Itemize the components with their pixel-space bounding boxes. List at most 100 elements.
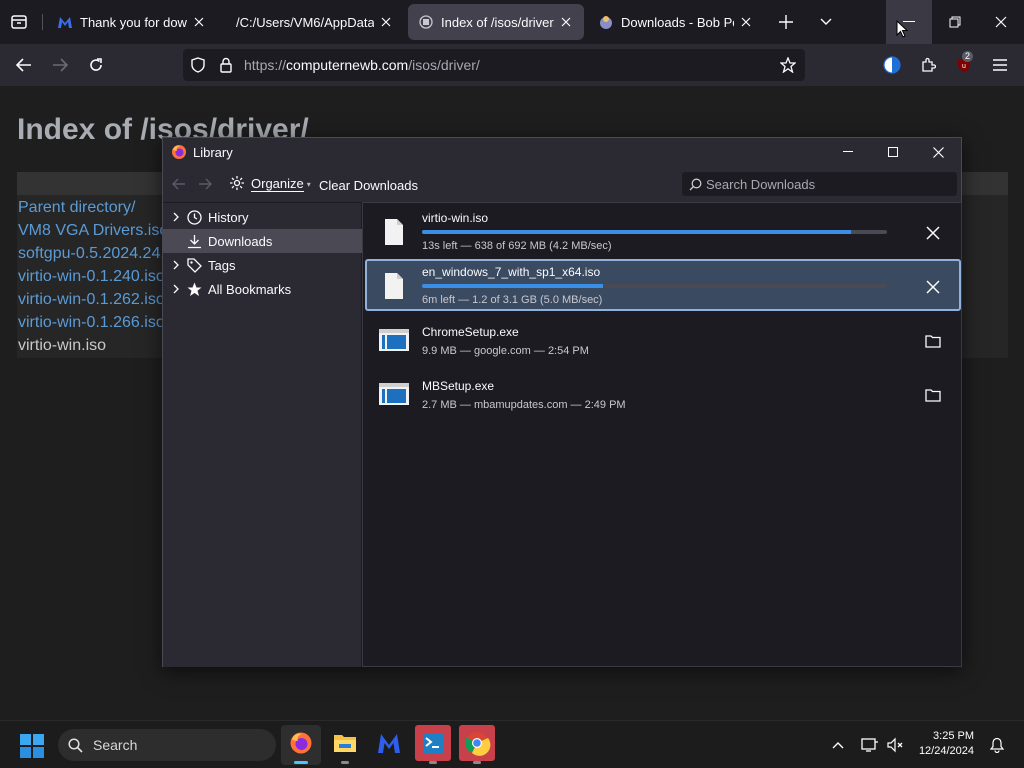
file-icon [378, 216, 410, 248]
network-display-icon[interactable] [858, 733, 882, 757]
firefox-icon [289, 731, 313, 760]
volume-muted-icon[interactable] [884, 733, 908, 757]
malwarebytes-icon [57, 14, 73, 30]
firefox-view-icon[interactable] [8, 11, 30, 33]
link-virtio-win[interactable]: virtio-win.iso [18, 337, 106, 355]
taskbar-file-explorer[interactable] [325, 725, 365, 765]
library-back-icon[interactable] [171, 176, 187, 192]
chrome-icon [459, 724, 495, 766]
link-softgpu[interactable]: softgpu-0.5.2024.24. [18, 245, 165, 263]
cancel-download-icon[interactable] [922, 276, 944, 298]
tracking-protection-shield-icon[interactable] [190, 57, 206, 78]
dark-reader-extension-icon[interactable] [880, 53, 904, 77]
cancel-download-icon[interactable] [922, 222, 944, 244]
link-vm8-vga-drivers[interactable]: VM8 VGA Drivers.iso [18, 222, 168, 240]
clear-downloads-button[interactable]: Clear Downloads [319, 178, 418, 193]
menu-hamburger-icon[interactable] [988, 53, 1012, 77]
url-bar[interactable]: https://computernewb.com/isos/driver/ [183, 49, 805, 81]
download-item-mbsetup[interactable]: MBSetup.exe 2.7 MB — mbamupdates.com — 2… [365, 367, 961, 419]
organize-button[interactable]: Organize ▾ [229, 175, 311, 194]
forward-icon[interactable] [48, 53, 72, 77]
back-icon[interactable] [12, 53, 36, 77]
list-all-tabs-icon[interactable] [815, 11, 837, 33]
library-titlebar[interactable]: Library [163, 138, 961, 166]
tab-local-file[interactable]: /C:/Users/VM6/AppData/Lo [226, 4, 404, 40]
library-toolbar: Organize ▾ Clear Downloads [163, 166, 961, 203]
exe-file-icon [378, 378, 410, 410]
minimize-window-button[interactable] [886, 0, 932, 44]
download-icon [186, 233, 202, 249]
notifications-bell-icon[interactable] [985, 733, 1009, 757]
chevron-right-icon[interactable] [170, 212, 182, 222]
library-close-button[interactable] [915, 138, 961, 166]
link-virtio-win-240[interactable]: virtio-win-0.1.240.iso [18, 268, 165, 286]
extensions-puzzle-icon[interactable] [916, 53, 940, 77]
search-downloads-input[interactable] [706, 175, 946, 193]
close-window-button[interactable] [978, 0, 1024, 44]
star-icon [186, 281, 202, 297]
reload-icon[interactable] [84, 53, 108, 77]
library-maximize-button[interactable] [870, 138, 916, 166]
organize-label: Organize [251, 176, 304, 192]
directory-icon [418, 14, 434, 30]
tab-thank-you[interactable]: Thank you for downloading [47, 4, 217, 40]
download-status: 13s left — 638 of 692 MB (4.2 MB/sec) [422, 240, 612, 252]
link-virtio-win-266[interactable]: virtio-win-0.1.266.iso [18, 314, 165, 332]
close-tab-icon[interactable] [558, 14, 574, 30]
tab-separator [42, 14, 43, 30]
close-tab-icon[interactable] [738, 14, 754, 30]
sidebar-item-all-bookmarks[interactable]: All Bookmarks [163, 277, 362, 301]
download-item-en-windows-7[interactable]: en_windows_7_with_sp1_x64.iso 6m left — … [365, 259, 961, 311]
clock-date: 12/24/2024 [918, 745, 974, 757]
url-scheme: https:// [244, 57, 287, 73]
link-parent-directory[interactable]: Parent directory/ [18, 199, 135, 217]
tab-downloads-bob-pony[interactable]: Downloads - Bob Pony [588, 4, 764, 40]
clock-time: 3:25 PM [933, 730, 974, 742]
library-forward-icon[interactable] [197, 176, 213, 192]
download-filename: MBSetup.exe [422, 379, 495, 393]
search-icon [67, 737, 83, 753]
file-explorer-icon [333, 732, 357, 759]
tab-title: /C:/Users/VM6/AppData/Lo [236, 14, 374, 30]
malwarebytes-icon [377, 732, 401, 759]
download-item-virtio-win[interactable]: virtio-win.iso 13s left — 638 of 692 MB … [365, 205, 961, 257]
library-sidebar: History Downloads Tags All Bookmarks [163, 203, 362, 667]
open-folder-icon[interactable] [922, 384, 944, 406]
terminal-icon [415, 724, 451, 766]
search-icon [687, 176, 703, 192]
restore-window-button[interactable] [932, 0, 978, 44]
search-downloads-field[interactable] [682, 172, 957, 196]
file-icon [378, 270, 410, 302]
taskbar-terminal[interactable] [413, 724, 453, 766]
url-host: computernewb.com [286, 57, 409, 73]
sidebar-item-label: Tags [208, 257, 236, 273]
bobpony-icon [598, 14, 614, 30]
open-folder-icon[interactable] [922, 330, 944, 352]
close-tab-icon[interactable] [378, 14, 394, 30]
download-item-chromesetup[interactable]: ChromeSetup.exe 9.9 MB — google.com — 2:… [365, 313, 961, 365]
chevron-right-icon[interactable] [170, 260, 182, 270]
dropdown-caret-icon: ▾ [306, 180, 311, 189]
taskbar-chrome[interactable] [457, 724, 497, 766]
sidebar-item-tags[interactable]: Tags [163, 253, 362, 277]
library-minimize-button[interactable] [825, 138, 871, 166]
close-tab-icon[interactable] [191, 14, 207, 30]
download-progress-fill [422, 230, 851, 234]
new-tab-icon[interactable] [775, 11, 797, 33]
taskbar-firefox[interactable] [281, 725, 321, 765]
chevron-right-icon[interactable] [170, 284, 182, 294]
taskbar-malwarebytes[interactable] [369, 725, 409, 765]
show-hidden-icons-chevron-icon[interactable] [826, 733, 850, 757]
sidebar-item-history[interactable]: History [163, 205, 362, 229]
url-text[interactable]: https://computernewb.com/isos/driver/ [244, 57, 480, 73]
svg-text:u: u [962, 63, 966, 70]
download-filename: ChromeSetup.exe [422, 325, 519, 339]
clock[interactable]: 3:25 PM 12/24/2024 [908, 729, 974, 759]
bookmark-star-icon[interactable] [779, 56, 797, 78]
lock-icon[interactable] [219, 57, 233, 78]
tab-index-of-driver[interactable]: Index of /isos/driver/ [408, 4, 584, 40]
link-virtio-win-262[interactable]: virtio-win-0.1.262.iso [18, 291, 165, 309]
sidebar-item-downloads[interactable]: Downloads [163, 229, 362, 253]
taskbar-search-box[interactable]: Search [58, 729, 276, 761]
windows-start-icon[interactable] [20, 734, 44, 758]
